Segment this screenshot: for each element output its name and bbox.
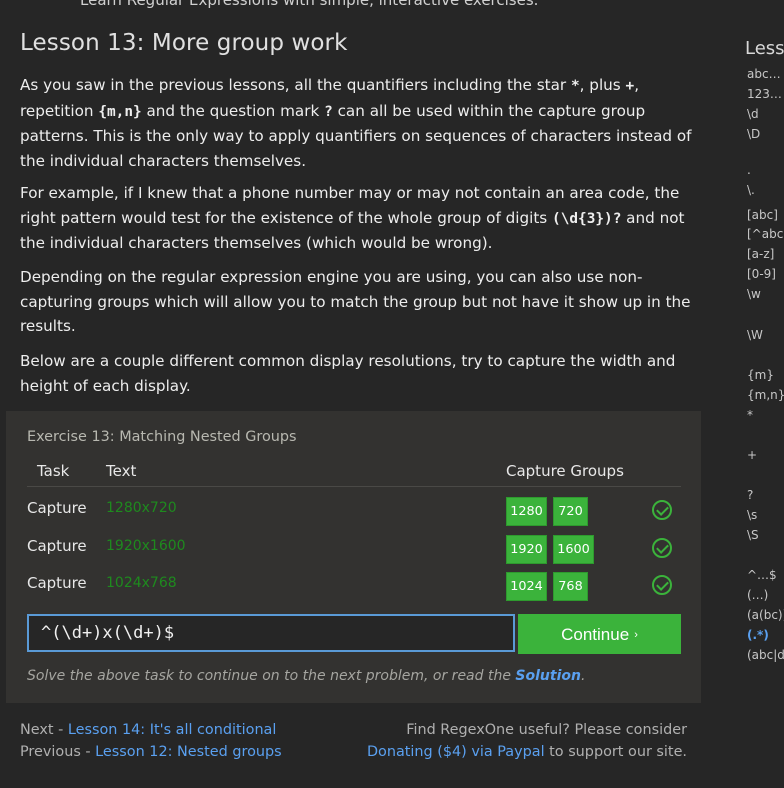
sidebar-item[interactable]: (abc|def) bbox=[747, 648, 784, 662]
hint-end: . bbox=[580, 668, 586, 684]
text-segment: , plus bbox=[579, 76, 626, 94]
sidebar-item[interactable]: ? bbox=[747, 488, 753, 502]
donate-link[interactable]: Donating ($4) via Paypal bbox=[367, 744, 545, 760]
lesson-paragraph-4: Below are a couple different common disp… bbox=[20, 352, 676, 395]
table-row: Capture 1280x720 1280 720 bbox=[6, 496, 701, 526]
test-text: 1024x768 bbox=[106, 575, 177, 591]
exercise-title: Exercise 13: Matching Nested Groups bbox=[27, 429, 297, 445]
continue-button[interactable]: Continue › bbox=[518, 614, 681, 654]
prev-prefix: Previous - bbox=[20, 744, 96, 760]
column-header-task: Task bbox=[37, 462, 70, 480]
donation-line: Find RegexOne useful? Please consider bbox=[406, 722, 687, 738]
table-row: Capture 1024x768 1024 768 bbox=[6, 571, 701, 601]
chevron-right-icon: › bbox=[634, 629, 638, 641]
lesson-navigation: Next - Lesson 14: It's all conditional P… bbox=[20, 719, 282, 763]
sidebar-item[interactable]: \w bbox=[747, 287, 761, 301]
sidebar-item[interactable]: ^…$ bbox=[747, 568, 777, 582]
lesson-paragraph-2: For example, if I knew that a phone numb… bbox=[20, 181, 692, 256]
code-question: ? bbox=[324, 103, 333, 120]
capture-group-2: 720 bbox=[553, 497, 588, 526]
hint-text: Solve the above task to continue on to t… bbox=[27, 668, 585, 684]
check-circle-icon bbox=[652, 500, 672, 520]
check-circle-icon bbox=[652, 538, 672, 558]
sidebar-item[interactable]: {m} bbox=[747, 368, 774, 382]
sidebar-item[interactable]: \. bbox=[747, 183, 755, 197]
task-label: Capture bbox=[27, 574, 87, 592]
capture-group-1: 1280 bbox=[506, 497, 547, 526]
sidebar-item[interactable]: 123… bbox=[747, 87, 782, 101]
table-row: Capture 1920x1600 1920 1600 bbox=[6, 534, 701, 564]
previous-lesson-link[interactable]: Lesson 12: Nested groups bbox=[95, 744, 281, 760]
sidebar-item[interactable]: (…) bbox=[747, 588, 768, 602]
code-plus: + bbox=[625, 78, 635, 94]
capture-group-2: 1600 bbox=[553, 535, 594, 564]
donation-note: Find RegexOne useful? Please consider Do… bbox=[367, 719, 687, 763]
sidebar-item[interactable]: abc… bbox=[747, 67, 781, 81]
header-divider bbox=[27, 486, 681, 487]
test-text: 1280x720 bbox=[106, 500, 177, 516]
next-lesson-link[interactable]: Lesson 14: It's all conditional bbox=[68, 722, 277, 738]
sidebar-item[interactable]: \d bbox=[747, 107, 759, 121]
continue-label: Continue bbox=[561, 625, 630, 644]
sidebar-item[interactable]: \S bbox=[747, 528, 759, 542]
code-repetition: {m,n} bbox=[98, 103, 142, 120]
lesson-paragraph-1: As you saw in the previous lessons, all … bbox=[20, 73, 692, 173]
sidebar-item[interactable]: {m,n} bbox=[747, 388, 784, 402]
sidebar-item[interactable]: [abc] bbox=[747, 208, 778, 222]
sidebar-item[interactable]: + bbox=[747, 448, 757, 462]
text-segment: and the question mark bbox=[141, 101, 325, 120]
exercise-panel: Exercise 13: Matching Nested Groups Task… bbox=[6, 411, 701, 703]
donation-suffix: to support our site. bbox=[544, 744, 687, 760]
sidebar-item[interactable]: [^abc] bbox=[747, 227, 784, 241]
sidebar-item[interactable]: \D bbox=[747, 127, 760, 141]
sidebar-item[interactable]: \W bbox=[747, 328, 763, 342]
task-label: Capture bbox=[27, 499, 87, 517]
sidebar-item[interactable]: [a-z] bbox=[747, 247, 774, 261]
sidebar-item[interactable]: (a(bc)) bbox=[747, 608, 784, 622]
lesson-notes-sidebar: Lesson Notes abc… 123… \d \D . \. [abc] … bbox=[745, 0, 784, 788]
column-header-text: Text bbox=[106, 462, 137, 480]
lesson-title: Lesson 13: More group work bbox=[20, 30, 348, 56]
sidebar-item[interactable]: \s bbox=[747, 508, 757, 522]
regex-input[interactable] bbox=[27, 614, 515, 652]
check-circle-icon bbox=[652, 575, 672, 595]
code-area-code: (\d{3})? bbox=[552, 210, 622, 227]
solution-link[interactable]: Solution bbox=[515, 668, 581, 684]
text-segment: As you saw in the previous lessons, all … bbox=[20, 76, 571, 94]
sidebar-item[interactable]: * bbox=[747, 408, 753, 422]
code-star: * bbox=[570, 78, 580, 94]
sidebar-item[interactable]: . bbox=[747, 163, 751, 177]
column-header-capture-groups: Capture Groups bbox=[506, 462, 624, 480]
capture-group-1: 1920 bbox=[506, 535, 547, 564]
hint-body: Solve the above task to continue on to t… bbox=[27, 668, 516, 684]
capture-group-1: 1024 bbox=[506, 572, 547, 601]
test-text: 1920x1600 bbox=[106, 538, 186, 554]
sidebar-item[interactable]: [0-9] bbox=[747, 267, 776, 281]
sidebar-title: Lesson Notes bbox=[745, 38, 784, 59]
lesson-paragraph-3: Depending on the regular expression engi… bbox=[20, 268, 691, 335]
page-subtitle: Learn Regular Expressions with simple, i… bbox=[80, 0, 539, 9]
task-label: Capture bbox=[27, 537, 87, 555]
sidebar-item-current[interactable]: (.*) bbox=[747, 628, 769, 642]
capture-group-2: 768 bbox=[553, 572, 588, 601]
next-prefix: Next - bbox=[20, 722, 68, 738]
